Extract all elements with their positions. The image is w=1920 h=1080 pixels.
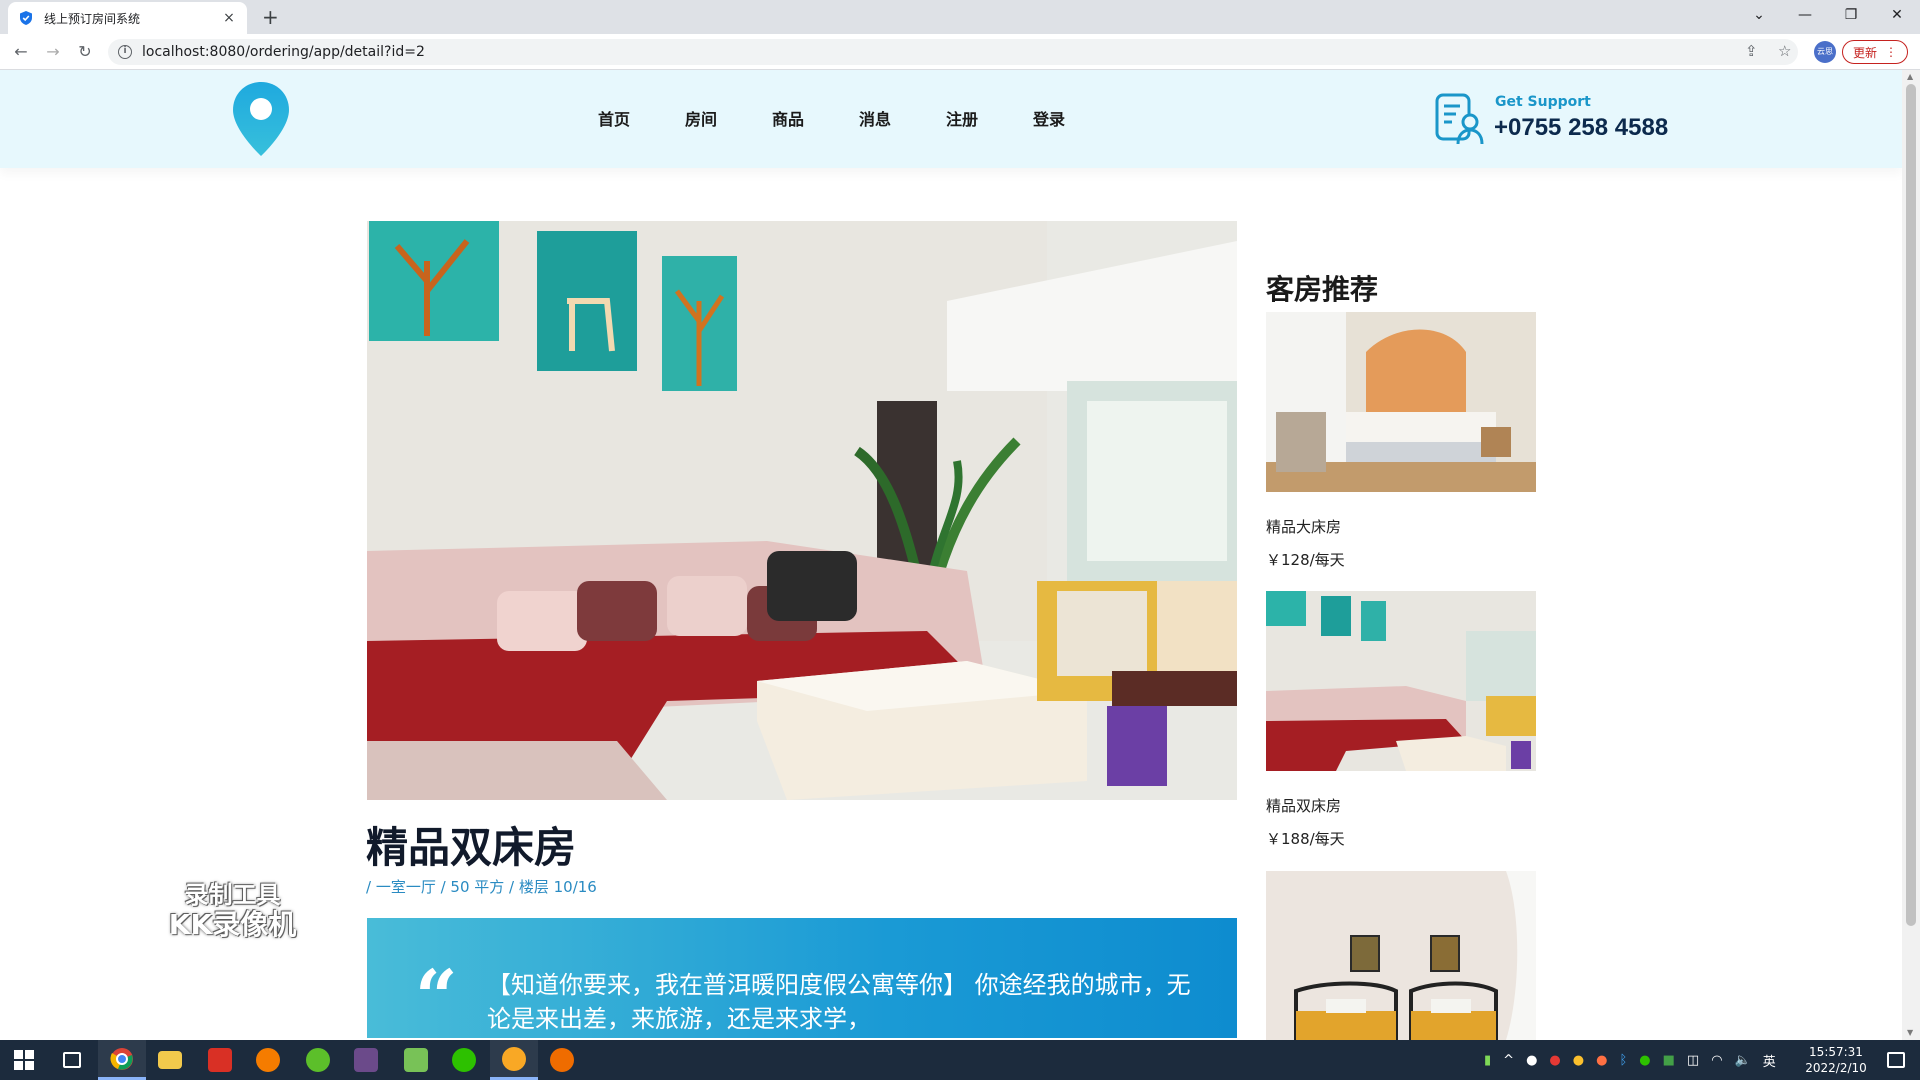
search-app-icon[interactable] [244,1040,292,1080]
tray-app-icon[interactable]: ● [1573,1053,1584,1068]
windows-logo-icon [14,1050,34,1070]
nav-register[interactable]: 注册 [946,106,1033,130]
browser-tab[interactable]: 线上预订房间系统 × [8,2,247,34]
scroll-up-icon[interactable]: ▲ [1907,72,1913,81]
room-thumbnail[interactable] [1266,591,1536,771]
file-explorer-icon[interactable] [146,1040,194,1080]
support-label: Get Support [1495,94,1591,110]
wifi-icon[interactable]: ◠ [1711,1053,1722,1068]
room-description-quote: “ 【知道你要来，我在普洱暖阳度假公寓等你】 你途经我的城市，无论是来出差，来旅… [367,918,1237,1038]
notepad-app-icon[interactable] [392,1040,440,1080]
page-scrollbar[interactable]: ▲ ▼ [1902,70,1920,1040]
wechat-tray-icon[interactable]: ● [1639,1053,1650,1068]
kk-recorder-icon[interactable] [538,1040,586,1080]
system-tray: ▮ ^ ● ● ● ● ᛒ ● ■ ◫ ◠ 🔈 英 [1484,1040,1776,1080]
room-price: ￥188/每天 [1266,830,1345,848]
back-icon[interactable]: ← [10,41,32,63]
input-language[interactable]: 英 [1763,1051,1776,1070]
recorder-app-icon[interactable] [490,1040,538,1080]
watermark-line2: KK录像机 [168,908,297,941]
volume-muted-icon[interactable]: 🔈 [1735,1053,1751,1068]
close-tab-icon[interactable]: × [221,10,237,26]
show-hidden-icons[interactable]: ^ [1503,1053,1514,1068]
scroll-down-icon[interactable]: ▼ [1907,1028,1913,1037]
green-app-icon[interactable] [294,1040,342,1080]
support-phone[interactable]: +0755 258 4588 [1494,114,1668,142]
task-view-icon[interactable] [48,1040,96,1080]
chrome-taskbar-icon[interactable] [98,1040,146,1080]
nav-goods[interactable]: 商品 [772,106,859,130]
room-title: 精品双床房 [366,823,577,872]
recommendation-card[interactable]: 精品大床房 ￥128/每天 [1266,312,1536,570]
scroll-thumb[interactable] [1906,84,1916,926]
nav-home[interactable]: 首页 [598,106,685,130]
browser-tabbar: 线上预订房间系统 × + ⌄ — ❐ ✕ [0,0,1920,34]
clock-time: 15:57:31 [1809,1045,1863,1059]
quote-text: 【知道你要来，我在普洱暖阳度假公寓等你】 你途经我的城市，无论是来出差，来旅游，… [487,971,1191,1033]
recommendation-card[interactable] [1266,871,1536,1040]
update-label: 更新 [1852,45,1877,60]
nav-rooms[interactable]: 房间 [685,106,772,130]
tray-app-icon[interactable]: ● [1549,1053,1560,1068]
share-icon[interactable]: ⇪ [1745,42,1758,60]
nav-messages[interactable]: 消息 [859,106,946,130]
battery-icon[interactable]: ▮ [1484,1053,1491,1068]
watermark-line1: 录制工具 [184,881,281,909]
game-app-icon[interactable] [342,1040,390,1080]
location-pin-logo-icon[interactable] [230,80,292,158]
clock-date: 2022/2/10 [1805,1061,1867,1075]
recommendation-card[interactable]: 精品双床房 ￥188/每天 [1266,591,1536,849]
browser-toolbar: ← → ↻ i localhost:8080/ordering/app/deta… [0,34,1920,70]
tab-search-icon[interactable]: ⌄ [1736,0,1782,30]
bluetooth-icon[interactable]: ᛒ [1619,1053,1627,1068]
update-button[interactable]: 更新 ⋮ [1842,40,1908,64]
forward-icon[interactable]: → [42,41,64,63]
nav-login[interactable]: 登录 [1033,106,1120,130]
start-button[interactable] [0,1040,48,1080]
wps-icon[interactable] [196,1040,244,1080]
tray-app-icon[interactable]: ● [1596,1053,1607,1068]
microphone-icon[interactable]: ● [1526,1053,1537,1068]
main-nav: 首页 房间 商品 消息 注册 登录 [598,106,1120,130]
taskbar-clock[interactable]: 15:57:31 2022/2/10 [1796,1044,1876,1076]
more-menu-icon: ⋮ [1885,45,1897,59]
minimize-button[interactable]: — [1782,0,1828,30]
room-meta: / 一室一厅 / 50 平方 / 楼层 10/16 [366,878,597,896]
network-icon[interactable]: ◫ [1687,1053,1699,1068]
shield-icon [20,11,32,25]
bookmark-star-icon[interactable]: ☆ [1778,42,1791,60]
new-tab-button[interactable]: + [262,6,279,28]
room-main-image [367,221,1237,800]
windows-taskbar: ▮ ^ ● ● ● ● ᛒ ● ■ ◫ ◠ 🔈 英 15:57:31 2022/… [0,1040,1920,1080]
url-text: localhost:8080/ordering/app/detail?id=2 [142,44,425,60]
profile-avatar[interactable]: 云思 [1814,41,1836,63]
wechat-icon[interactable] [440,1040,488,1080]
room-thumbnail[interactable] [1266,871,1536,1040]
support-document-icon [1435,93,1484,145]
site-header: 首页 房间 商品 消息 注册 登录 Get Support +0755 258 … [0,70,1902,168]
room-name[interactable]: 精品双床房 [1266,795,1536,816]
close-window-button[interactable]: ✕ [1874,0,1920,30]
site-info-icon[interactable]: i [118,45,132,59]
room-price: ￥128/每天 [1266,551,1345,569]
notification-icon[interactable] [1872,1040,1920,1080]
room-thumbnail[interactable] [1266,312,1536,492]
restore-button[interactable]: ❐ [1828,0,1874,30]
recorder-watermark: 录制工具 KK录像机 [160,880,305,940]
sidebar-title: 客房推荐 [1266,273,1379,306]
quote-icon: “ [415,955,458,1041]
address-bar[interactable]: i localhost:8080/ordering/app/detail?id=… [108,39,1798,65]
tab-title: 线上预订房间系统 [44,11,141,26]
room-name[interactable]: 精品大床房 [1266,516,1536,537]
tray-app-icon[interactable]: ■ [1663,1053,1675,1068]
reload-icon[interactable]: ↻ [74,41,96,63]
